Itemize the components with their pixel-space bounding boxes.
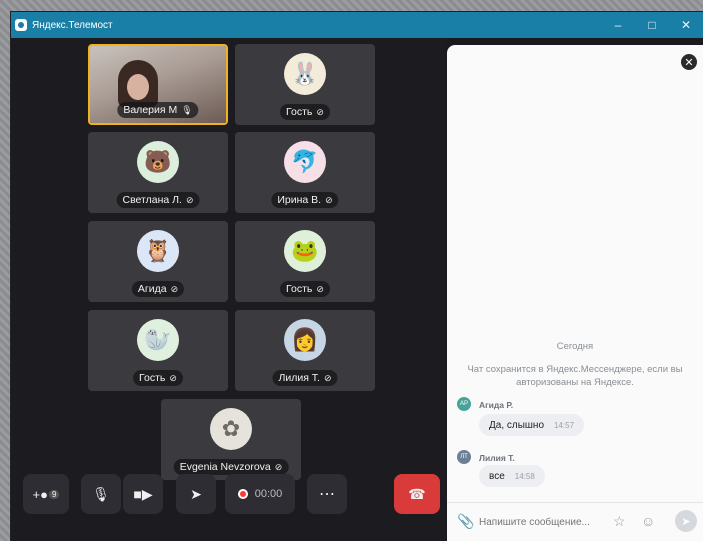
message-time: 14:58 bbox=[514, 471, 535, 481]
microphone-button[interactable]: 🎙 bbox=[81, 474, 121, 514]
mic-off-icon: ⊘ bbox=[274, 461, 283, 472]
photo-avatar-icon: ✿ bbox=[210, 408, 252, 450]
participant-name: Evgenia Nevzorova bbox=[179, 461, 271, 473]
participant-name: Гость bbox=[286, 283, 313, 295]
participant-tile[interactable]: 🐬 Ирина В. ⊘ bbox=[235, 132, 375, 213]
record-icon bbox=[237, 489, 248, 499]
dolphin-icon: 🐬 bbox=[284, 141, 326, 183]
avatar: ЛТ bbox=[457, 450, 471, 464]
rabbit-icon: 🐰 bbox=[284, 53, 326, 95]
hangup-button[interactable]: ☎ bbox=[394, 474, 440, 514]
more-button[interactable]: ⋯ bbox=[307, 474, 347, 514]
record-timer: 00:00 bbox=[254, 488, 283, 500]
invite-button[interactable]: +● 9 bbox=[23, 474, 69, 514]
walrus-icon: 🦭 bbox=[137, 319, 179, 361]
participant-name: Светлана Л. bbox=[122, 194, 182, 206]
participant-name: Агида bbox=[137, 283, 167, 295]
participants-count-badge: 9 bbox=[49, 489, 60, 499]
participant-name: Ирина В. bbox=[277, 194, 322, 206]
window-title: Яндекс.Телемост bbox=[32, 19, 113, 31]
frog-icon: 🐸 bbox=[284, 230, 326, 272]
title-bar: Яндекс.Телемост – □ ✕ bbox=[11, 12, 703, 38]
chat-day-separator: Сегодня bbox=[556, 341, 594, 352]
microphone-icon: 🎙 bbox=[92, 485, 110, 502]
message-text: Да, слышно bbox=[489, 419, 545, 431]
send-button[interactable]: ➤ bbox=[675, 510, 697, 532]
video-grid: Валерия М 🎙 🐰 Гость ⊘ 🐻 Светлана Л. ⊘ 🐬 … bbox=[11, 38, 446, 541]
mic-on-icon: 🎙 bbox=[181, 104, 193, 115]
paperclip-icon[interactable]: 📎 bbox=[457, 513, 474, 530]
mic-off-icon: ⊘ bbox=[185, 194, 194, 205]
send-icon: ➤ bbox=[681, 515, 691, 528]
participant-tile[interactable]: ✿ Evgenia Nevzorova ⊘ bbox=[161, 399, 301, 480]
maximize-icon[interactable]: □ bbox=[635, 12, 669, 38]
star-icon[interactable]: ☆ bbox=[613, 513, 626, 530]
message-text: все bbox=[489, 470, 505, 482]
record-button[interactable]: 00:00 bbox=[225, 474, 295, 514]
more-icon: ⋯ bbox=[319, 486, 335, 503]
close-icon[interactable]: ✕ bbox=[681, 54, 697, 70]
participant-name: Гость bbox=[139, 372, 166, 384]
participant-name: Лилия Т. bbox=[278, 372, 320, 384]
participant-name: Гость bbox=[286, 106, 313, 118]
participant-video-person bbox=[118, 60, 158, 108]
message-input[interactable] bbox=[477, 511, 601, 533]
participant-tile[interactable]: 🦉 Агида ⊘ bbox=[88, 221, 228, 302]
close-icon[interactable]: ✕ bbox=[669, 12, 703, 38]
mic-off-icon: ⊘ bbox=[323, 372, 332, 383]
camera-icon: ■▶ bbox=[133, 485, 153, 502]
mic-off-icon: ⊘ bbox=[316, 283, 324, 294]
share-screen-icon: ➤ bbox=[190, 485, 202, 502]
mic-off-icon: ⊘ bbox=[169, 372, 177, 383]
bear-icon: 🐻 bbox=[137, 141, 179, 183]
telemost-logo-icon bbox=[15, 19, 27, 31]
add-participant-icon: +● bbox=[32, 486, 48, 502]
owl-icon: 🦉 bbox=[137, 230, 179, 272]
mic-off-icon: ⊘ bbox=[325, 194, 333, 205]
mic-off-icon: ⊘ bbox=[170, 283, 179, 294]
emoji-icon[interactable]: ☺ bbox=[641, 513, 655, 529]
chat-panel: ✕ Сегодня Чат сохранится в Яндекс.Мессен… bbox=[447, 45, 703, 541]
message-time: 14:57 bbox=[554, 420, 575, 430]
hangup-icon: ☎ bbox=[408, 485, 426, 502]
message-author: Лилия Т. bbox=[479, 453, 515, 463]
minimize-icon[interactable]: – bbox=[601, 12, 635, 38]
avatar: АР bbox=[457, 397, 471, 411]
participant-name: Валерия М bbox=[123, 104, 178, 116]
app-window: Яндекс.Телемост – □ ✕ Валерия М 🎙 🐰 Гост… bbox=[11, 12, 703, 541]
participant-tile[interactable]: 🐰 Гость ⊘ bbox=[235, 44, 375, 125]
share-screen-button[interactable]: ➤ bbox=[176, 474, 216, 514]
participant-tile[interactable]: 👩 Лилия Т. ⊘ bbox=[235, 310, 375, 391]
participant-tile[interactable]: Валерия М 🎙 bbox=[88, 44, 228, 125]
photo-avatar-icon: 👩 bbox=[284, 319, 326, 361]
participant-tile[interactable]: 🐸 Гость ⊘ bbox=[235, 221, 375, 302]
message-bubble[interactable]: все 14:58 bbox=[479, 465, 545, 487]
message-bubble[interactable]: Да, слышно 14:57 bbox=[479, 414, 585, 436]
camera-button[interactable]: ■▶ bbox=[123, 474, 163, 514]
chat-save-note: Чат сохранится в Яндекс.Мессенджере, есл… bbox=[467, 364, 683, 388]
mic-off-icon: ⊘ bbox=[316, 106, 324, 117]
participant-tile[interactable]: 🐻 Светлана Л. ⊘ bbox=[88, 132, 228, 213]
message-author: Агида Р. bbox=[479, 400, 514, 410]
participant-tile[interactable]: 🦭 Гость ⊘ bbox=[88, 310, 228, 391]
message-composer: 📎 ☆ ☺ ➤ bbox=[447, 502, 703, 541]
